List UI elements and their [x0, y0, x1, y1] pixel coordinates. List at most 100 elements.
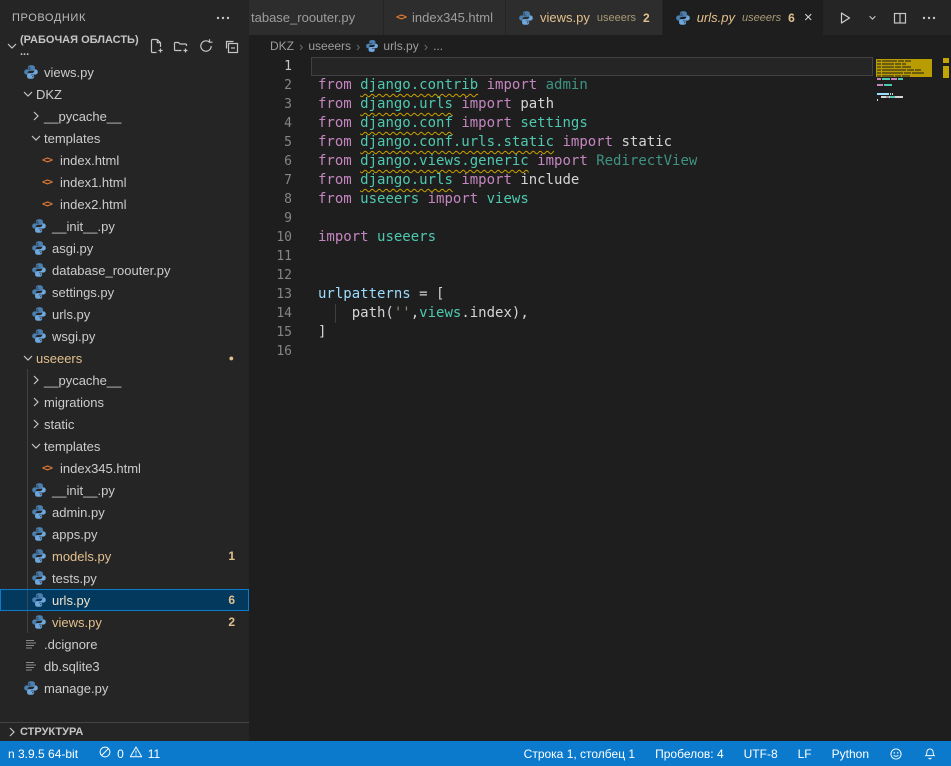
- breadcrumb-symbol[interactable]: ...: [433, 39, 443, 53]
- breadcrumb-separator: ›: [299, 39, 303, 54]
- problems-status[interactable]: 0 11: [92, 745, 166, 762]
- tree-file-admin-py[interactable]: admin.py: [0, 501, 249, 523]
- tree-file-views-py[interactable]: views.py2: [0, 611, 249, 633]
- line-number: 14: [249, 304, 292, 323]
- explorer-sidebar: ПРОВОДНИК (РАБОЧАЯ ОБЛАСТЬ) ... views.py…: [0, 0, 249, 741]
- minimap-line: [882, 63, 894, 65]
- tree-file-settings-py[interactable]: settings.py: [0, 281, 249, 303]
- vscode-window: ПРОВОДНИК (РАБОЧАЯ ОБЛАСТЬ) ... views.py…: [0, 0, 951, 766]
- code-line: [318, 57, 697, 76]
- breadcrumb-folder[interactable]: DKZ: [270, 39, 294, 53]
- minimap-line: [877, 66, 881, 68]
- tree-file-urls-py[interactable]: urls.py6: [0, 589, 249, 611]
- notifications-bell-icon[interactable]: [917, 747, 943, 761]
- tree-folder--pycache-[interactable]: __pycache__: [0, 105, 249, 127]
- tree-file-apps-py[interactable]: apps.py: [0, 523, 249, 545]
- tree-item-label: settings.py: [52, 285, 114, 300]
- code-line: from django.contrib import admin: [318, 76, 697, 95]
- code-line: [318, 266, 697, 285]
- tree-file-index2-html[interactable]: <>index2.html: [0, 193, 249, 215]
- code-line: from django.urls import path: [318, 95, 697, 114]
- minimap-line: [902, 63, 906, 65]
- more-icon[interactable]: [921, 10, 937, 26]
- minimap-line: [898, 78, 903, 80]
- minimap-line: [915, 69, 921, 71]
- new-file-icon[interactable]: [148, 38, 164, 54]
- tab-views-py[interactable]: views.pyuseeers2: [506, 0, 662, 35]
- eol-status[interactable]: LF: [792, 747, 818, 761]
- tree-file-index345-html[interactable]: <>index345.html: [0, 457, 249, 479]
- split-editor-icon[interactable]: [892, 10, 908, 26]
- breadcrumb-file[interactable]: urls.py: [365, 39, 418, 53]
- breadcrumb-folder[interactable]: useeers: [308, 39, 351, 53]
- explorer-title: ПРОВОДНИК: [12, 12, 86, 24]
- tree-folder-useeers[interactable]: useeers●: [0, 347, 249, 369]
- outline-label: СТРУКТУРА: [20, 726, 83, 738]
- more-actions-icon[interactable]: [215, 10, 231, 26]
- tree-file-index1-html[interactable]: <>index1.html: [0, 171, 249, 193]
- tree-file--init-py[interactable]: __init__.py: [0, 479, 249, 501]
- feedback-icon[interactable]: [883, 747, 909, 761]
- tree-file--dcignore[interactable]: .dcignore: [0, 633, 249, 655]
- python-version-status[interactable]: n 3.9.5 64-bit: [2, 747, 84, 761]
- tree-file--init-py[interactable]: __init__.py: [0, 215, 249, 237]
- close-tab-icon[interactable]: ×: [804, 10, 813, 25]
- workspace-section-header[interactable]: (РАБОЧАЯ ОБЛАСТЬ) ...: [0, 35, 249, 57]
- tree-folder-templates[interactable]: templates: [0, 127, 249, 149]
- minimap[interactable]: [873, 57, 935, 127]
- minimap-line: [877, 69, 881, 71]
- tree-folder-templates[interactable]: templates: [0, 435, 249, 457]
- tree-file-manage-py[interactable]: manage.py: [0, 677, 249, 699]
- code-line: import useeers: [318, 228, 697, 247]
- indentation-status[interactable]: Пробелов: 4: [649, 747, 730, 761]
- tree-folder-dkz[interactable]: DKZ: [0, 83, 249, 105]
- tree-file-urls-py[interactable]: urls.py: [0, 303, 249, 325]
- tree-file-db-sqlite3[interactable]: db.sqlite3: [0, 655, 249, 677]
- python-file-icon: [31, 284, 47, 300]
- tree-item-label: templates: [44, 439, 100, 454]
- line-number: 3: [249, 95, 292, 114]
- python-file-icon: [31, 328, 47, 344]
- tree-item-label: .dcignore: [44, 637, 97, 652]
- tab-urls-py[interactable]: urls.pyuseeers6×: [663, 0, 825, 35]
- new-folder-icon[interactable]: [173, 38, 189, 54]
- list-file-icon: [23, 636, 39, 652]
- overview-ruler-mark: [943, 66, 949, 78]
- collapse-all-icon[interactable]: [223, 38, 239, 54]
- minimap-line: [891, 78, 897, 80]
- tree-item-label: DKZ: [36, 87, 62, 102]
- minimap-line: [882, 75, 894, 77]
- tab-index345-html[interactable]: <>index345.html: [384, 0, 505, 35]
- cursor-position-status[interactable]: Строка 1, столбец 1: [518, 747, 641, 761]
- python-file-icon: [31, 592, 47, 608]
- line-number: 11: [249, 247, 292, 266]
- encoding-status[interactable]: UTF-8: [738, 747, 784, 761]
- run-dropdown-icon[interactable]: [866, 11, 879, 24]
- tree-file-views-py[interactable]: views.py: [0, 61, 249, 83]
- tree-file-wsgi-py[interactable]: wsgi.py: [0, 325, 249, 347]
- minimap-line: [882, 78, 889, 80]
- run-icon[interactable]: [837, 10, 853, 26]
- tab-changes-badge: 6: [788, 11, 795, 25]
- line-number: 2: [249, 76, 292, 95]
- language-status[interactable]: Python: [826, 747, 875, 761]
- tree-file-tests-py[interactable]: tests.py: [0, 567, 249, 589]
- tree-folder--pycache-[interactable]: __pycache__: [0, 369, 249, 391]
- tree-folder-migrations[interactable]: migrations: [0, 391, 249, 413]
- code-editor[interactable]: 12345678910111213141516 from django.cont…: [249, 57, 951, 741]
- tree-item-label: useeers: [36, 351, 82, 366]
- tree-file-models-py[interactable]: models.py1: [0, 545, 249, 567]
- minimap-line: [890, 93, 891, 95]
- line-number: 15: [249, 323, 292, 342]
- refresh-icon[interactable]: [198, 38, 214, 54]
- minimap-line: [905, 60, 910, 62]
- html-file-icon: <>: [396, 12, 406, 23]
- editor-actions: [823, 0, 951, 35]
- outline-section-header[interactable]: СТРУКТУРА: [0, 722, 249, 741]
- tree-file-asgi-py[interactable]: asgi.py: [0, 237, 249, 259]
- tree-item-label: urls.py: [52, 307, 90, 322]
- tree-folder-static[interactable]: static: [0, 413, 249, 435]
- tree-file-index-html[interactable]: <>index.html: [0, 149, 249, 171]
- tab-tabase-roouter-py[interactable]: tabase_roouter.py: [249, 0, 383, 35]
- tree-file-database-roouter-py[interactable]: database_roouter.py: [0, 259, 249, 281]
